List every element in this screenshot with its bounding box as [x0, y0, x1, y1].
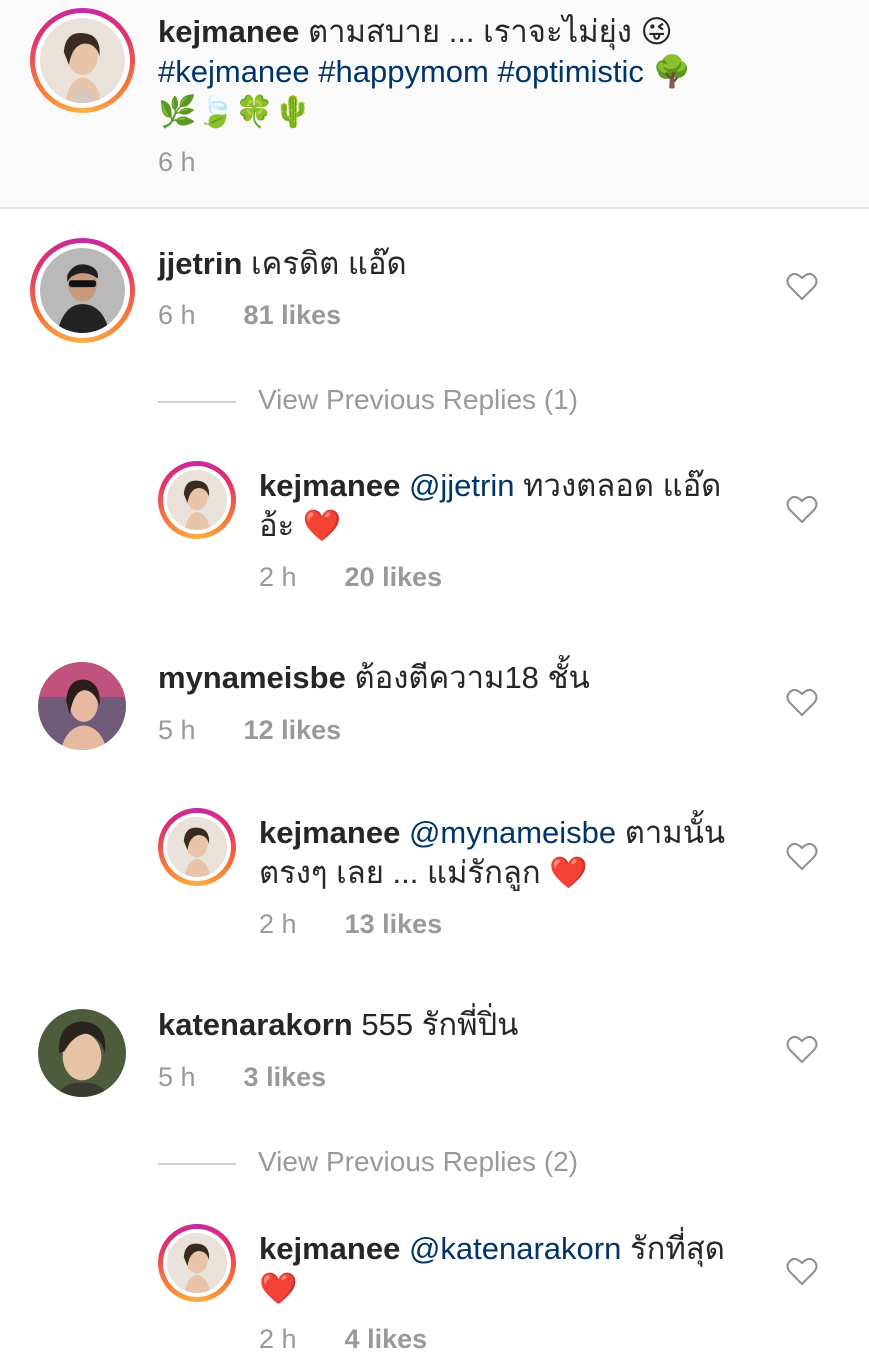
caption-emoji-tree: 🌳 [643, 54, 692, 89]
reply-body-line2: ตรงๆ เลย ... แม่รักลูก [259, 855, 550, 890]
reply-mention[interactable]: @jjetrin [400, 468, 515, 503]
heart-emoji: ❤️ [302, 508, 342, 543]
like-button[interactable] [786, 687, 818, 717]
profile-photo [167, 470, 227, 530]
avatar-jjetrin[interactable] [30, 238, 135, 343]
reply-time: 2 h [259, 562, 297, 592]
heart-outline-icon [786, 1035, 818, 1064]
heart-outline-icon [786, 688, 818, 717]
reply-time: 2 h [259, 1324, 297, 1354]
reply-kejmanee: kejmanee @katenarakorn รักที่สุด ❤️ [259, 1229, 759, 1309]
comment-username[interactable]: katenarakorn [158, 1007, 353, 1042]
replies-line [158, 400, 236, 403]
heart-outline-icon [786, 495, 818, 524]
reply-kejmanee: kejmanee @mynameisbe ตามนั้น ตรงๆ เลย ..… [259, 813, 759, 893]
reply-body-line2: อ้ะ [259, 508, 303, 543]
reply-likes[interactable]: 4 likes [345, 1324, 428, 1354]
comment-jjetrin: jjetrin เครดิต แอ๊ด [158, 244, 758, 284]
like-button[interactable] [786, 1256, 818, 1286]
like-button[interactable] [786, 841, 818, 871]
comment-likes[interactable]: 3 likes [244, 1062, 327, 1092]
view-previous-replies[interactable]: View Previous Replies (2) [158, 1145, 578, 1179]
like-button[interactable] [786, 494, 818, 524]
caption-emoji-line: 🌿🍃🍀🌵 [158, 94, 313, 129]
reply-meta: 2 h 4 likes [259, 1322, 427, 1356]
comment-likes[interactable]: 81 likes [244, 300, 342, 330]
comment-body: เครดิต แอ๊ด [242, 246, 407, 281]
reply-mention[interactable]: @katenarakorn [400, 1231, 621, 1266]
heart-outline-icon [786, 1257, 818, 1286]
profile-photo [38, 1009, 126, 1097]
comment-body: ต้องตีความ18 ชั้น [345, 660, 590, 695]
reply-likes[interactable]: 13 likes [345, 909, 443, 939]
reply-username[interactable]: kejmanee [259, 815, 400, 850]
reply-mention[interactable]: @mynameisbe [400, 815, 616, 850]
caption-hashtags[interactable]: #kejmanee #happymom #optimistic [158, 54, 644, 89]
comment-mynameisbe: mynameisbe ต้องตีความ18 ชั้น [158, 658, 758, 698]
profile-photo [167, 1233, 227, 1293]
avatar-kejmanee[interactable] [158, 808, 236, 886]
avatar-katenarakorn[interactable] [38, 1009, 126, 1097]
comment-meta: 5 h 12 likes [158, 713, 341, 747]
heart-outline-icon [786, 842, 818, 871]
comment-time: 5 h [158, 1062, 196, 1092]
heart-emoji: ❤️ [259, 1271, 298, 1306]
profile-photo [40, 248, 125, 333]
replies-line [158, 1162, 236, 1165]
view-previous-replies[interactable]: View Previous Replies (1) [158, 383, 578, 417]
comment-time: 6 h [158, 300, 196, 330]
reply-time: 2 h [259, 909, 297, 939]
reply-body: รักที่สุด [621, 1231, 725, 1266]
caption-username[interactable]: kejmanee [158, 14, 299, 49]
reply-username[interactable]: kejmanee [259, 1231, 400, 1266]
heart-emoji: ❤️ [549, 855, 588, 890]
comment-meta: 6 h 81 likes [158, 298, 341, 332]
view-replies-label[interactable]: View Previous Replies (1) [258, 384, 578, 415]
like-button[interactable] [786, 271, 818, 301]
view-replies-label[interactable]: View Previous Replies (2) [258, 1146, 578, 1177]
divider [0, 207, 869, 209]
comment-likes[interactable]: 12 likes [244, 715, 342, 745]
heart-outline-icon [786, 272, 818, 301]
caption-time: 6 h [158, 147, 196, 177]
reply-likes[interactable]: 20 likes [345, 562, 443, 592]
comment-katenarakorn: katenarakorn 555 รักพี่ปิ่น [158, 1005, 758, 1045]
avatar-kejmanee[interactable] [158, 461, 236, 539]
profile-photo [167, 817, 227, 877]
reply-kejmanee: kejmanee @jjetrin ทวงตลอด แอ๊ด อ้ะ ❤️ [259, 466, 759, 546]
reply-username[interactable]: kejmanee [259, 468, 400, 503]
like-button[interactable] [786, 1034, 818, 1064]
avatar-kejmanee[interactable] [158, 1224, 236, 1302]
comment-meta: 5 h 3 likes [158, 1060, 326, 1094]
comment-username[interactable]: mynameisbe [158, 660, 346, 695]
avatar-mynameisbe[interactable] [38, 662, 126, 750]
profile-photo [38, 662, 126, 750]
avatar-kejmanee[interactable] [30, 8, 135, 113]
caption-body: ตามสบาย ... เราจะไม่ยุ่ง 😜 [299, 14, 673, 49]
profile-photo [40, 18, 125, 103]
reply-body: ทวงตลอด แอ๊ด [514, 468, 722, 503]
reply-body: ตามนั้น [616, 815, 726, 850]
reply-meta: 2 h 13 likes [259, 907, 442, 941]
caption-text: kejmanee ตามสบาย ... เราจะไม่ยุ่ง 😜 #kej… [158, 12, 838, 132]
comment-body: 555 รักพี่ปิ่น [352, 1007, 519, 1042]
caption-meta: 6 h [158, 145, 196, 179]
comment-username[interactable]: jjetrin [158, 246, 242, 281]
reply-meta: 2 h 20 likes [259, 560, 442, 594]
comment-time: 5 h [158, 715, 196, 745]
